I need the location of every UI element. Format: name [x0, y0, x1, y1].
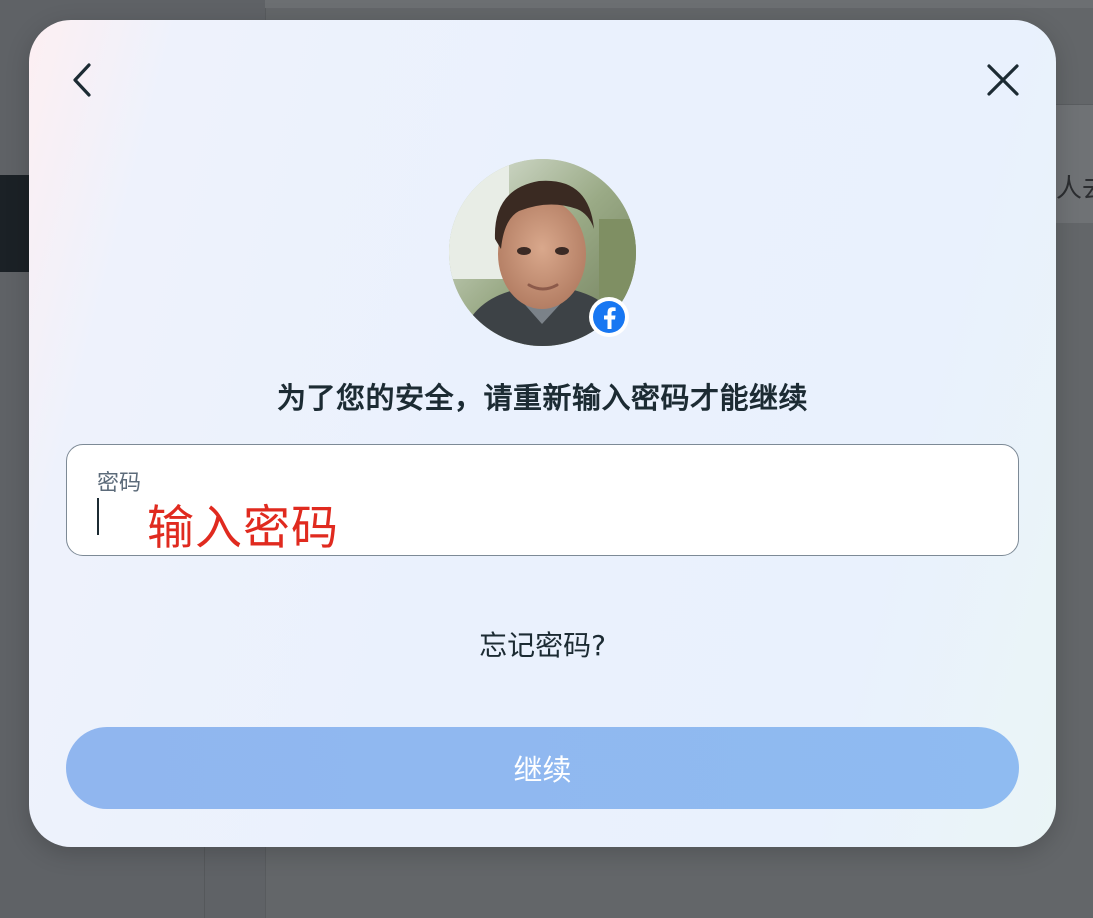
text-caret	[97, 498, 99, 535]
facebook-icon	[593, 301, 625, 333]
password-hint-overlay: 输入密码	[147, 501, 339, 556]
close-icon	[987, 64, 1019, 96]
continue-button[interactable]: 继续	[66, 727, 1019, 809]
dialog-title: 为了您的安全，请重新输入密码才能继续	[276, 381, 808, 415]
close-button[interactable]	[981, 58, 1025, 102]
profile-avatar-container	[449, 159, 636, 346]
background-topbar	[265, 0, 1093, 8]
background-row-text: 人去	[1056, 174, 1093, 204]
background-divider	[204, 846, 205, 918]
reauth-dialog: 为了您的安全，请重新输入密码才能继续 密码 输入密码 忘记密码? 继续	[29, 20, 1056, 847]
background-selected-item	[0, 175, 30, 272]
facebook-badge	[589, 297, 629, 337]
password-field-label: 密码	[97, 471, 142, 496]
password-field[interactable]: 密码 输入密码	[66, 444, 1019, 556]
forgot-password-link[interactable]: 忘记密码?	[29, 624, 1056, 664]
chevron-left-icon	[73, 63, 91, 97]
back-button[interactable]	[60, 58, 104, 102]
